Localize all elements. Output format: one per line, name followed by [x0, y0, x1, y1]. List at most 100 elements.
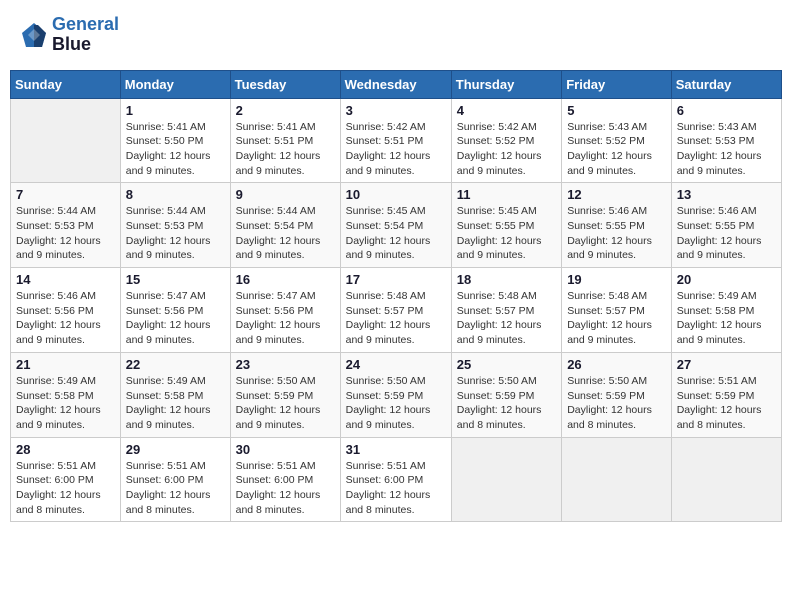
- calendar-cell: 14 Sunrise: 5:46 AMSunset: 5:56 PMDayligh…: [11, 268, 121, 353]
- day-number: 17: [346, 272, 446, 287]
- day-number: 26: [567, 357, 666, 372]
- day-number: 23: [236, 357, 335, 372]
- weekday-header: Saturday: [671, 70, 781, 98]
- day-info: Sunrise: 5:51 AMSunset: 6:00 PMDaylight:…: [126, 459, 225, 518]
- day-info: Sunrise: 5:41 AMSunset: 5:51 PMDaylight:…: [236, 120, 335, 179]
- logo-icon: [20, 21, 48, 49]
- day-number: 19: [567, 272, 666, 287]
- weekday-header: Tuesday: [230, 70, 340, 98]
- day-number: 5: [567, 103, 666, 118]
- weekday-header: Sunday: [11, 70, 121, 98]
- logo: General Blue: [20, 15, 119, 55]
- day-number: 14: [16, 272, 115, 287]
- calendar-cell: 2 Sunrise: 5:41 AMSunset: 5:51 PMDaylight…: [230, 98, 340, 183]
- calendar-table: SundayMondayTuesdayWednesdayThursdayFrid…: [10, 70, 782, 523]
- day-number: 13: [677, 187, 776, 202]
- day-number: 18: [457, 272, 556, 287]
- calendar-cell: 26 Sunrise: 5:50 AMSunset: 5:59 PMDayligh…: [562, 352, 672, 437]
- calendar-week-row: 21 Sunrise: 5:49 AMSunset: 5:58 PMDayligh…: [11, 352, 782, 437]
- calendar-cell: 28 Sunrise: 5:51 AMSunset: 6:00 PMDayligh…: [11, 437, 121, 522]
- calendar-cell: 18 Sunrise: 5:48 AMSunset: 5:57 PMDayligh…: [451, 268, 561, 353]
- calendar-cell: 12Sunrise: 5:46 AMSunset: 5:55 PMDayligh…: [562, 183, 672, 268]
- day-info: Sunrise: 5:51 AMSunset: 6:00 PMDaylight:…: [16, 459, 115, 518]
- day-info: Sunrise: 5:48 AMSunset: 5:57 PMDaylight:…: [457, 289, 556, 348]
- calendar-cell: 8 Sunrise: 5:44 AMSunset: 5:53 PMDaylight…: [120, 183, 230, 268]
- calendar-cell: [562, 437, 672, 522]
- calendar-cell: 17 Sunrise: 5:48 AMSunset: 5:57 PMDayligh…: [340, 268, 451, 353]
- day-info: Sunrise: 5:46 AMSunset: 5:55 PMDaylight:…: [677, 204, 776, 263]
- calendar-cell: 27 Sunrise: 5:51 AMSunset: 5:59 PMDayligh…: [671, 352, 781, 437]
- day-info: Sunrise: 5:44 AMSunset: 5:53 PMDaylight:…: [126, 204, 225, 263]
- day-info: Sunrise: 5:46 AMSunset: 5:56 PMDaylight:…: [16, 289, 115, 348]
- day-number: 1: [126, 103, 225, 118]
- calendar-cell: 31 Sunrise: 5:51 AMSunset: 6:00 PMDayligh…: [340, 437, 451, 522]
- day-number: 24: [346, 357, 446, 372]
- calendar-cell: 15 Sunrise: 5:47 AMSunset: 5:56 PMDayligh…: [120, 268, 230, 353]
- day-info: Sunrise: 5:50 AMSunset: 5:59 PMDaylight:…: [567, 374, 666, 433]
- day-number: 25: [457, 357, 556, 372]
- day-info: Sunrise: 5:44 AMSunset: 5:54 PMDaylight:…: [236, 204, 335, 263]
- day-number: 28: [16, 442, 115, 457]
- day-number: 8: [126, 187, 225, 202]
- day-info: Sunrise: 5:47 AMSunset: 5:56 PMDaylight:…: [236, 289, 335, 348]
- calendar-week-row: 14 Sunrise: 5:46 AMSunset: 5:56 PMDayligh…: [11, 268, 782, 353]
- day-info: Sunrise: 5:44 AMSunset: 5:53 PMDaylight:…: [16, 204, 115, 263]
- day-number: 7: [16, 187, 115, 202]
- calendar-cell: 16 Sunrise: 5:47 AMSunset: 5:56 PMDayligh…: [230, 268, 340, 353]
- calendar-week-row: 1 Sunrise: 5:41 AMSunset: 5:50 PMDaylight…: [11, 98, 782, 183]
- day-info: Sunrise: 5:51 AMSunset: 5:59 PMDaylight:…: [677, 374, 776, 433]
- weekday-header: Thursday: [451, 70, 561, 98]
- calendar-cell: 29 Sunrise: 5:51 AMSunset: 6:00 PMDayligh…: [120, 437, 230, 522]
- calendar-header: SundayMondayTuesdayWednesdayThursdayFrid…: [11, 70, 782, 98]
- calendar-cell: 23Sunrise: 5:50 AMSunset: 5:59 PMDayligh…: [230, 352, 340, 437]
- day-info: Sunrise: 5:43 AMSunset: 5:52 PMDaylight:…: [567, 120, 666, 179]
- day-number: 2: [236, 103, 335, 118]
- calendar-cell: [451, 437, 561, 522]
- calendar-cell: 10 Sunrise: 5:45 AMSunset: 5:54 PMDayligh…: [340, 183, 451, 268]
- calendar-cell: 9 Sunrise: 5:44 AMSunset: 5:54 PMDaylight…: [230, 183, 340, 268]
- calendar-week-row: 7 Sunrise: 5:44 AMSunset: 5:53 PMDaylight…: [11, 183, 782, 268]
- page-header: General Blue: [10, 10, 782, 60]
- day-number: 11: [457, 187, 556, 202]
- day-number: 16: [236, 272, 335, 287]
- day-info: Sunrise: 5:42 AMSunset: 5:52 PMDaylight:…: [457, 120, 556, 179]
- day-number: 27: [677, 357, 776, 372]
- calendar-cell: 1 Sunrise: 5:41 AMSunset: 5:50 PMDaylight…: [120, 98, 230, 183]
- calendar-cell: 4 Sunrise: 5:42 AMSunset: 5:52 PMDaylight…: [451, 98, 561, 183]
- day-info: Sunrise: 5:51 AMSunset: 6:00 PMDaylight:…: [236, 459, 335, 518]
- day-info: Sunrise: 5:42 AMSunset: 5:51 PMDaylight:…: [346, 120, 446, 179]
- day-info: Sunrise: 5:49 AMSunset: 5:58 PMDaylight:…: [16, 374, 115, 433]
- day-info: Sunrise: 5:47 AMSunset: 5:56 PMDaylight:…: [126, 289, 225, 348]
- day-number: 9: [236, 187, 335, 202]
- day-number: 15: [126, 272, 225, 287]
- day-number: 30: [236, 442, 335, 457]
- day-info: Sunrise: 5:49 AMSunset: 5:58 PMDaylight:…: [126, 374, 225, 433]
- calendar-week-row: 28 Sunrise: 5:51 AMSunset: 6:00 PMDayligh…: [11, 437, 782, 522]
- calendar-cell: 22 Sunrise: 5:49 AMSunset: 5:58 PMDayligh…: [120, 352, 230, 437]
- calendar-cell: 11Sunrise: 5:45 AMSunset: 5:55 PMDayligh…: [451, 183, 561, 268]
- calendar-cell: 5 Sunrise: 5:43 AMSunset: 5:52 PMDaylight…: [562, 98, 672, 183]
- day-info: Sunrise: 5:48 AMSunset: 5:57 PMDaylight:…: [346, 289, 446, 348]
- day-number: 20: [677, 272, 776, 287]
- calendar-cell: 30 Sunrise: 5:51 AMSunset: 6:00 PMDayligh…: [230, 437, 340, 522]
- day-number: 4: [457, 103, 556, 118]
- day-info: Sunrise: 5:41 AMSunset: 5:50 PMDaylight:…: [126, 120, 225, 179]
- day-number: 22: [126, 357, 225, 372]
- day-info: Sunrise: 5:50 AMSunset: 5:59 PMDaylight:…: [457, 374, 556, 433]
- day-number: 31: [346, 442, 446, 457]
- weekday-header: Wednesday: [340, 70, 451, 98]
- day-info: Sunrise: 5:50 AMSunset: 5:59 PMDaylight:…: [346, 374, 446, 433]
- logo-text: General Blue: [52, 15, 119, 55]
- calendar-cell: 6Sunrise: 5:43 AMSunset: 5:53 PMDaylight…: [671, 98, 781, 183]
- calendar-cell: [671, 437, 781, 522]
- calendar-cell: 7 Sunrise: 5:44 AMSunset: 5:53 PMDaylight…: [11, 183, 121, 268]
- day-number: 29: [126, 442, 225, 457]
- day-info: Sunrise: 5:45 AMSunset: 5:54 PMDaylight:…: [346, 204, 446, 263]
- day-number: 21: [16, 357, 115, 372]
- day-number: 12: [567, 187, 666, 202]
- day-info: Sunrise: 5:51 AMSunset: 6:00 PMDaylight:…: [346, 459, 446, 518]
- calendar-cell: 20Sunrise: 5:49 AMSunset: 5:58 PMDayligh…: [671, 268, 781, 353]
- day-number: 10: [346, 187, 446, 202]
- day-number: 3: [346, 103, 446, 118]
- calendar-cell: 13 Sunrise: 5:46 AMSunset: 5:55 PMDayligh…: [671, 183, 781, 268]
